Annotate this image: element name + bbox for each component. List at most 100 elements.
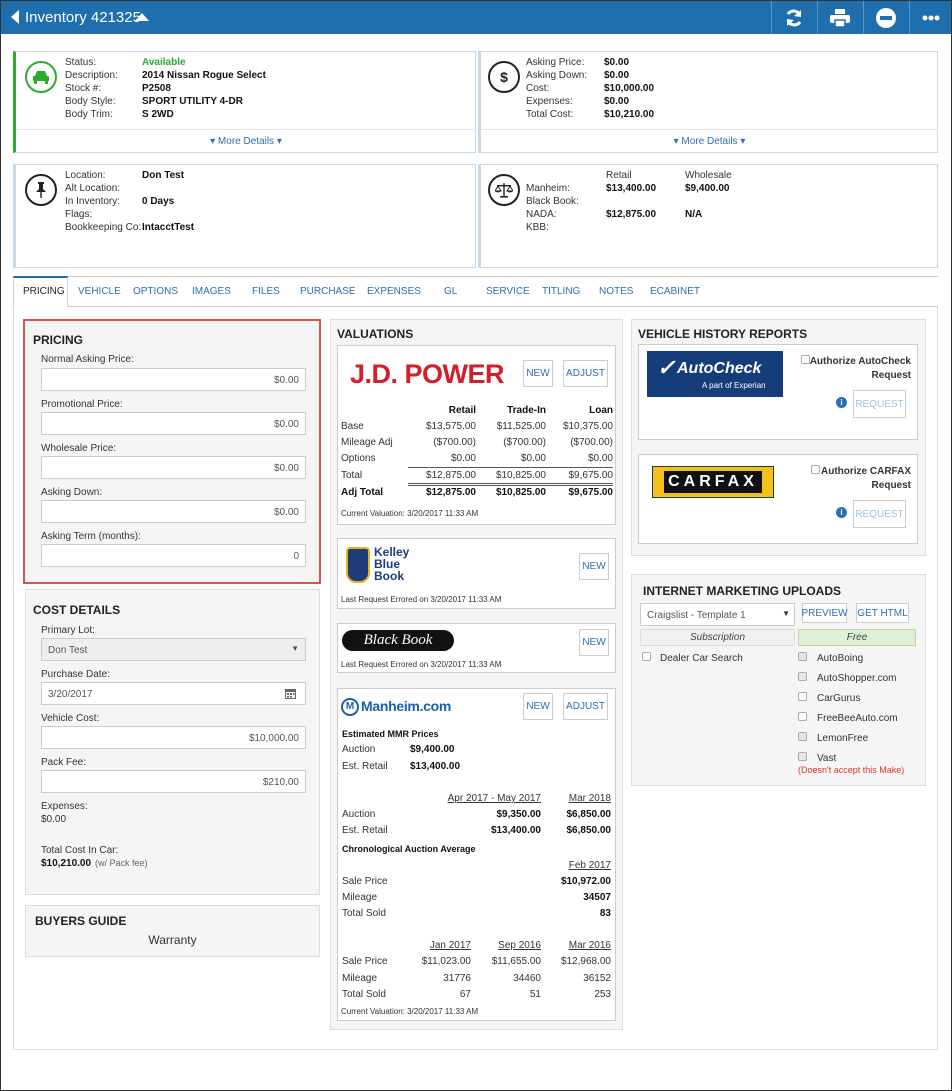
- jd-adjust-button[interactable]: ADJUST: [563, 360, 608, 387]
- body-trim-value: S 2WD: [142, 109, 174, 120]
- flags-label: Flags:: [65, 209, 93, 220]
- kbb-logo: Kelley Blue Book: [374, 546, 409, 582]
- jd-new-button[interactable]: NEW: [523, 360, 553, 387]
- chrono-title: Chronological Auction Average: [342, 844, 476, 854]
- tab-titling[interactable]: TITLING: [542, 286, 580, 297]
- manheim-new-button[interactable]: NEW: [523, 693, 553, 720]
- stock-value: P2508: [142, 83, 171, 94]
- purchase-date-value: 3/20/2017: [48, 689, 93, 700]
- remove-button[interactable]: [863, 1, 908, 34]
- tab-purchase[interactable]: PURCHASE: [300, 286, 356, 297]
- info-icon-2[interactable]: i: [836, 507, 847, 518]
- tab-ecabinet[interactable]: ECABINET: [650, 286, 700, 297]
- preview-button[interactable]: PREVIEW: [801, 603, 848, 623]
- site-checkbox[interactable]: [798, 712, 807, 721]
- more-details-link-2[interactable]: ▾ More Details ▾: [481, 136, 938, 147]
- vehicle-summary-panel: Status: Available Description: 2014 Niss…: [13, 51, 476, 153]
- jd-cell: $12,875.00: [425, 487, 476, 498]
- period-2-header: Mar 2018: [568, 793, 611, 804]
- site-checkbox[interactable]: [798, 692, 807, 701]
- purchase-date-input[interactable]: 3/20/2017: [41, 682, 306, 705]
- autocheck-card: ✓ AutoCheck A part of Experian Authorize…: [638, 344, 918, 440]
- tab-images[interactable]: IMAGES: [192, 286, 231, 297]
- total-sold-label-2: Total Sold: [342, 989, 386, 1000]
- asking-term-input[interactable]: 0: [41, 544, 306, 567]
- more-details-text-2: More Details: [681, 136, 738, 147]
- info-icon[interactable]: i: [836, 397, 847, 408]
- purchase-date-label: Purchase Date:: [41, 669, 110, 680]
- jd-cell: $9,675.00: [568, 487, 614, 498]
- cost-details-section: COST DETAILS Primary Lot: Don Test ▼ Purc…: [25, 589, 320, 895]
- tab-service[interactable]: SERVICE: [486, 286, 530, 297]
- primary-lot-select[interactable]: Don Test ▼: [41, 638, 306, 661]
- in-inventory-label: In Inventory:: [65, 196, 121, 207]
- c3-sold: 253: [594, 989, 611, 1000]
- normal-asking-label: Normal Asking Price:: [41, 354, 134, 365]
- nada-label: NADA:: [526, 209, 557, 220]
- autocheck-request-button[interactable]: REQUEST: [853, 390, 906, 418]
- tab-files[interactable]: FILES: [252, 286, 280, 297]
- expenses-value: $0.00: [41, 814, 67, 825]
- dealer-car-search-checkbox[interactable]: [642, 652, 651, 661]
- pack-fee-input[interactable]: $210.00: [41, 770, 306, 793]
- jd-cell: ($700.00): [503, 437, 546, 448]
- tab-options[interactable]: OPTIONS: [133, 286, 178, 297]
- site-checkbox[interactable]: [798, 752, 807, 761]
- carfax-request-button[interactable]: REQUEST: [853, 500, 906, 528]
- more-details-link[interactable]: ▾ More Details ▾: [16, 136, 476, 147]
- c3-sale: $12,968.00: [560, 956, 611, 967]
- feb-sale: $10,972.00: [560, 876, 611, 887]
- total-cost-value: $10,210.00: [604, 109, 655, 120]
- bookkeeping-label: Bookkeeping Co:: [65, 222, 142, 233]
- buyers-guide-section: BUYERS GUIDE Warranty: [25, 905, 320, 957]
- nada-retail: $12,875.00: [606, 209, 657, 220]
- black-book-label: Black Book:: [526, 196, 579, 207]
- caret-up-icon[interactable]: [135, 13, 149, 21]
- warranty-text[interactable]: Warranty: [26, 933, 319, 947]
- tab-notes[interactable]: NOTES: [599, 286, 633, 297]
- site-label: AutoShopper.com: [817, 673, 897, 684]
- cost-label: Cost:: [526, 83, 550, 94]
- vehicle-cost-input[interactable]: $10,000.00: [41, 726, 306, 749]
- kbb-label: KBB:: [526, 222, 549, 233]
- back-arrow-icon[interactable]: [11, 10, 19, 24]
- pricing-title: PRICING: [33, 333, 84, 347]
- site-checkbox[interactable]: [798, 732, 807, 741]
- buyers-guide-title: BUYERS GUIDE: [35, 914, 127, 928]
- tab-gl[interactable]: GL: [444, 286, 457, 297]
- wholesale-label: Wholesale Price:: [41, 443, 117, 454]
- kbb-shield-icon: [346, 547, 370, 583]
- black-book-note: Last Request Errored on 3/20/2017 11:33 …: [341, 660, 502, 669]
- normal-asking-input[interactable]: $0.00: [41, 368, 306, 391]
- nada-wholesale: N/A: [685, 209, 703, 220]
- body-style-label: Body Style:: [65, 96, 116, 107]
- carfax-logo: CARFAX: [652, 466, 774, 498]
- refresh-button[interactable]: [771, 1, 816, 34]
- carfax-auth-label: Authorize CARFAX: [821, 466, 911, 477]
- manheim-current-valuation: Current Valuation: 3/20/2017 11:33 AM: [341, 1007, 479, 1016]
- template-select[interactable]: Craigslist - Template 1 ▼: [640, 603, 795, 626]
- site-checkbox[interactable]: [798, 672, 807, 681]
- tab-vehicle[interactable]: VEHICLE: [78, 286, 121, 297]
- more-menu-button[interactable]: [909, 1, 951, 34]
- tab-expenses[interactable]: EXPENSES: [367, 286, 421, 297]
- get-html-button[interactable]: GET HTML: [856, 603, 909, 623]
- manheim-adjust-button[interactable]: ADJUST: [563, 693, 608, 720]
- black-book-new-button[interactable]: NEW: [579, 629, 609, 656]
- calendar-icon[interactable]: [285, 688, 296, 699]
- imu-section: INTERNET MARKETING UPLOADS Craigslist - …: [631, 574, 926, 786]
- tab-pricing[interactable]: PRICING: [23, 286, 65, 297]
- kbb-new-button[interactable]: NEW: [579, 553, 609, 580]
- jd-cell: $9,675.00: [568, 470, 614, 481]
- feb-sold: 83: [599, 908, 611, 919]
- site-checkbox[interactable]: [798, 652, 807, 661]
- asking-down-input[interactable]: $0.00: [41, 500, 306, 523]
- c1-mileage: 31776: [443, 973, 471, 984]
- site-label: Vast: [817, 753, 837, 764]
- print-button[interactable]: [817, 1, 862, 34]
- pack-fee-label: Pack Fee:: [41, 757, 87, 768]
- template-value: Craigslist - Template 1: [647, 610, 746, 621]
- promotional-input[interactable]: $0.00: [41, 412, 306, 435]
- c3-header: Mar 2016: [568, 940, 611, 951]
- wholesale-input[interactable]: $0.00: [41, 456, 306, 479]
